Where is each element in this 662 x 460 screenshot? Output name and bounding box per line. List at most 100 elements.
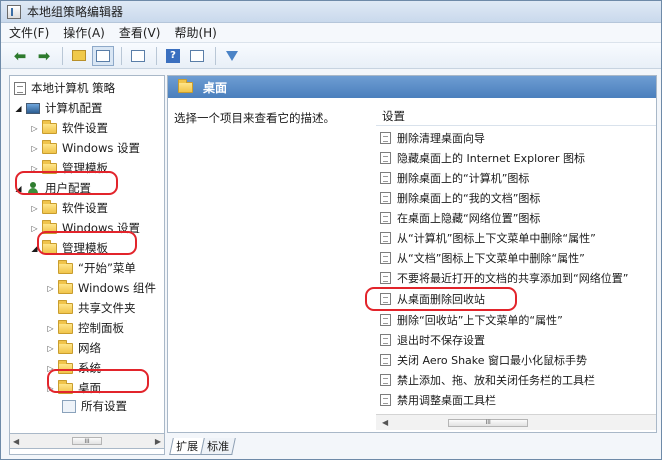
view-tabs: 扩展 标准	[169, 435, 236, 455]
menu-view[interactable]: 查看(V)	[119, 24, 161, 41]
description-text: 选择一个项目来查看它的描述。	[174, 111, 335, 125]
collapsed-caret-icon[interactable]: ▷	[30, 124, 39, 133]
tree-uc-software[interactable]: ▷ 软件设置	[30, 198, 108, 218]
tree-horizontal-scrollbar[interactable]: ◀ III ▶	[9, 433, 165, 449]
folder-icon	[58, 339, 73, 354]
tree-cc-windows[interactable]: ▷ Windows 设置	[30, 138, 140, 158]
setting-label: 从“文档”图标上下文菜单中删除“属性”	[397, 251, 585, 265]
expanded-caret-icon[interactable]: ◢	[14, 184, 23, 193]
setting-item-remove-recycle-bin[interactable]: 从桌面删除回收站	[380, 289, 485, 308]
setting-item[interactable]: 删除桌面上的“计算机”图标	[380, 168, 529, 187]
tree-network[interactable]: ▷ 网络	[46, 338, 101, 358]
setting-icon	[380, 292, 391, 305]
setting-item[interactable]: 删除桌面上的“我的文档”图标	[380, 188, 540, 207]
tree-all-settings[interactable]: 所有设置	[62, 396, 127, 416]
tree-cc-software[interactable]: ▷ 软件设置	[30, 118, 108, 138]
collapsed-caret-icon[interactable]: ▷	[30, 164, 39, 173]
setting-icon	[380, 271, 391, 284]
settings-horizontal-scrollbar[interactable]: ◀ III	[376, 414, 656, 430]
settings-column-header[interactable]: 设置	[376, 108, 656, 126]
tree-uc-windows[interactable]: ▷ Windows 设置	[30, 218, 140, 238]
collapsed-caret-icon[interactable]: ▷	[46, 284, 55, 293]
collapsed-caret-icon[interactable]: ▷	[46, 324, 55, 333]
folder-icon	[42, 159, 57, 174]
collapsed-caret-icon[interactable]: ▷	[46, 384, 55, 393]
collapsed-caret-icon[interactable]: ▷	[46, 364, 55, 373]
tree-label: 管理模板	[62, 161, 108, 175]
tree-label: 软件设置	[62, 201, 108, 215]
expanded-caret-icon[interactable]: ◢	[14, 104, 23, 113]
setting-item[interactable]: 从“文档”图标上下文菜单中删除“属性”	[380, 248, 585, 267]
tree-shared-folders[interactable]: 共享文件夹	[58, 298, 136, 318]
setting-item[interactable]: 从“计算机”图标上下文菜单中删除“属性”	[380, 228, 596, 247]
setting-icon	[380, 393, 391, 406]
scroll-thumb[interactable]: III	[72, 437, 102, 445]
all-settings-icon	[62, 399, 76, 413]
tree-control-panel[interactable]: ▷ 控制面板	[46, 318, 124, 338]
tree-pane[interactable]: 本地计算机 策略 ◢ 计算机配置 ▷ 软件设置 ▷ Windows 设置 ▷ 管…	[9, 75, 165, 455]
toolbar-separator	[156, 46, 157, 65]
menu-action[interactable]: 操作(A)	[63, 24, 105, 41]
tree-start-menu[interactable]: “开始”菜单	[58, 258, 136, 278]
scroll-left-icon[interactable]: ◀	[13, 437, 19, 446]
setting-label: 隐藏桌面上的 Internet Explorer 图标	[397, 151, 585, 165]
scroll-right-icon[interactable]: ▶	[155, 437, 161, 446]
setting-item[interactable]: 禁用调整桌面工具栏	[380, 390, 496, 409]
folder-icon	[58, 259, 73, 274]
setting-item[interactable]: 退出时不保存设置	[380, 330, 485, 349]
setting-item[interactable]: 禁止添加、拖、放和关闭任务栏的工具栏	[380, 370, 595, 389]
scroll-left-icon[interactable]: ◀	[382, 418, 388, 427]
collapsed-caret-icon[interactable]: ▷	[30, 204, 39, 213]
setting-icon	[380, 171, 391, 184]
settings-list[interactable]: 设置 删除清理桌面向导 隐藏桌面上的 Internet Explorer 图标 …	[376, 102, 656, 432]
collapsed-caret-icon[interactable]: ▷	[30, 224, 39, 233]
filter-icon[interactable]	[221, 46, 243, 66]
tree-label: 控制面板	[78, 321, 124, 335]
collapsed-caret-icon[interactable]: ▷	[30, 144, 39, 153]
tree-label: 计算机配置	[45, 101, 103, 115]
forward-arrow-icon[interactable]: ➡	[33, 46, 55, 66]
menu-bar: 文件(F) 操作(A) 查看(V) 帮助(H)	[1, 23, 661, 43]
setting-item[interactable]: 关闭 Aero Shake 窗口最小化鼠标手势	[380, 350, 587, 369]
setting-item[interactable]: 不要将最近打开的文档的共享添加到“网络位置”	[380, 268, 628, 287]
setting-label: 不要将最近打开的文档的共享添加到“网络位置”	[397, 271, 629, 285]
export-list-icon[interactable]	[127, 46, 149, 66]
show-tree-icon[interactable]	[92, 45, 114, 66]
tree-windows-components[interactable]: ▷ Windows 组件	[46, 278, 156, 298]
help-icon[interactable]: ?	[162, 46, 184, 66]
user-icon	[26, 181, 40, 195]
menu-help[interactable]: 帮助(H)	[174, 24, 216, 41]
tree-label: 所有设置	[81, 399, 127, 413]
tab-standard[interactable]: 标准	[200, 438, 236, 455]
tree-uc-admin[interactable]: ◢ 管理模板	[30, 238, 108, 258]
tree-user-config[interactable]: ◢ 用户配置	[14, 178, 91, 198]
setting-item[interactable]: 在桌面上隐藏“网络位置”图标	[380, 208, 540, 227]
tab-extended[interactable]: 扩展	[169, 438, 205, 455]
setting-item[interactable]: 隐藏桌面上的 Internet Explorer 图标	[380, 148, 585, 167]
scroll-thumb[interactable]: III	[448, 418, 529, 427]
tree-desktop[interactable]: ▷ 桌面	[46, 378, 101, 398]
setting-item[interactable]: 删除“回收站”上下文菜单的“属性”	[380, 310, 563, 329]
setting-label: 删除清理桌面向导	[397, 131, 485, 145]
setting-icon	[380, 231, 391, 244]
tree-computer-config[interactable]: ◢ 计算机配置	[14, 98, 103, 118]
tree-cc-admin[interactable]: ▷ 管理模板	[30, 158, 108, 178]
folder-icon	[58, 299, 73, 314]
expanded-caret-icon[interactable]: ◢	[30, 244, 39, 253]
setting-label: 删除“回收站”上下文菜单的“属性”	[397, 313, 563, 327]
menu-file[interactable]: 文件(F)	[9, 24, 49, 41]
collapsed-caret-icon[interactable]: ▷	[46, 344, 55, 353]
tree-root[interactable]: 本地计算机 策略	[14, 78, 115, 98]
back-arrow-icon[interactable]: ⬅	[9, 46, 31, 66]
window-title: 本地组策略编辑器	[27, 5, 124, 19]
setting-label: 关闭 Aero Shake 窗口最小化鼠标手势	[397, 353, 588, 367]
folder-icon	[178, 78, 193, 93]
setting-item[interactable]: 删除清理桌面向导	[380, 128, 485, 147]
tree-root-label: 本地计算机 策略	[31, 81, 116, 95]
tree-system[interactable]: ▷ 系统	[46, 358, 101, 378]
setting-icon	[380, 191, 391, 204]
up-folder-icon[interactable]	[68, 46, 90, 66]
properties-icon[interactable]	[186, 46, 208, 66]
tree-label: 用户配置	[45, 181, 91, 195]
setting-label: 删除桌面上的“我的文档”图标	[397, 191, 541, 205]
